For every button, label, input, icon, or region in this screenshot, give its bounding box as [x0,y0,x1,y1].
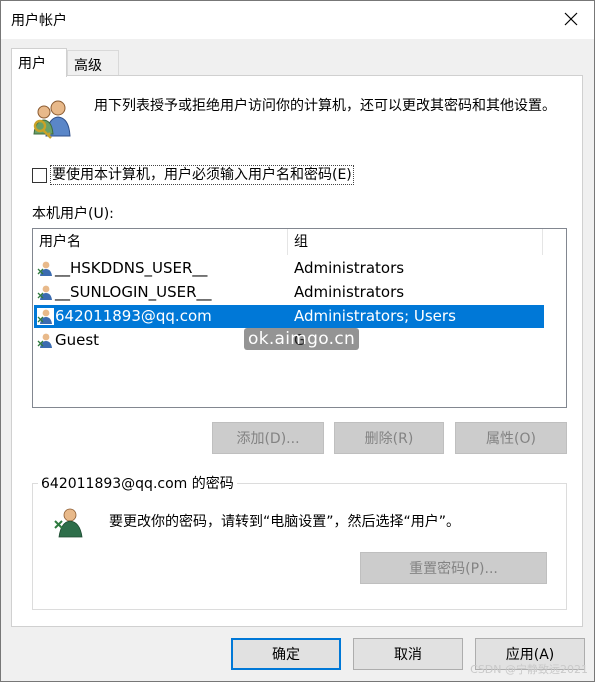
local-users-label: 本机用户(U): [32,206,114,222]
require-password-checkbox[interactable] [32,168,47,183]
user-icon [37,261,52,276]
user-row-name: 642011893@qq.com [55,307,212,325]
user-row[interactable]: __HSKDDNS_USER__ Administrators [34,257,544,280]
password-groupbox-title: 642011893@qq.com 的密码 [38,473,237,493]
user-icon [37,285,52,300]
user-row-name: __SUNLOGIN_USER__ [55,283,212,301]
user-row-name: Guest [55,331,100,349]
password-change-message: 要更改你的密码，请转到“电脑设置”，然后选择“用户”。 [109,514,461,530]
ok-button[interactable]: 确定 [231,638,341,670]
tab-users[interactable]: 用户 [11,48,67,77]
tab-advanced[interactable]: 高级 [67,50,119,77]
tab-users-label: 用户 [18,56,46,72]
users-tab-panel: 用下列表授予或拒绝用户访问你的计算机，还可以更改其密码和其他设置。 要使用本计算… [11,75,583,627]
user-icon [37,308,54,325]
reset-password-button[interactable]: 重置密码(P)... [360,552,547,584]
column-header-username-label: 用户名 [39,234,81,250]
user-row[interactable]: __SUNLOGIN_USER__ Administrators [34,281,544,304]
remove-user-button[interactable]: 删除(R) [334,422,444,454]
column-header-group-label: 组 [294,234,308,250]
password-groupbox [32,483,567,610]
listview-header: 用户名 组 [33,229,566,255]
close-button[interactable] [554,4,588,34]
user-row-group: Administrators [294,283,405,301]
cancel-button[interactable]: 取消 [353,638,463,670]
properties-button[interactable]: 属性(O) [455,422,567,454]
user-row-selected[interactable]: 642011893@qq.com Administrators; Users [34,305,544,328]
user-accounts-window: 用户帐户 用户 高级 用下列表授予或拒绝用户访问你的计算机，还可以更改其密码和其… [0,0,595,682]
users-keys-icon [33,100,71,139]
user-row-group: Administrators; Users [294,307,456,325]
column-header-username[interactable]: 用户名 [33,229,288,255]
column-header-group[interactable]: 组 [288,229,543,255]
users-listview[interactable]: 用户名 组 __HSKDDNS_USER__ Administrators __… [32,228,567,408]
user-row-group: Administrators [294,259,405,277]
user-icon [37,333,52,348]
require-password-label[interactable]: 要使用本计算机，用户必须输入用户名和密码(E) [50,165,354,185]
overlay-watermark: ok.aimgo.cn [244,328,360,350]
intro-text: 用下列表授予或拒绝用户访问你的计算机，还可以更改其密码和其他设置。 [94,98,556,114]
title-bar: 用户帐户 [1,1,594,39]
user-password-icon [54,508,83,538]
tab-advanced-label: 高级 [74,58,102,74]
window-title: 用户帐户 [11,13,67,29]
close-icon [564,12,578,26]
add-user-button[interactable]: 添加(D)... [212,422,324,454]
corner-watermark: CSDN @宁静致远2021 [470,663,588,676]
user-row-name: __HSKDDNS_USER__ [55,259,208,277]
